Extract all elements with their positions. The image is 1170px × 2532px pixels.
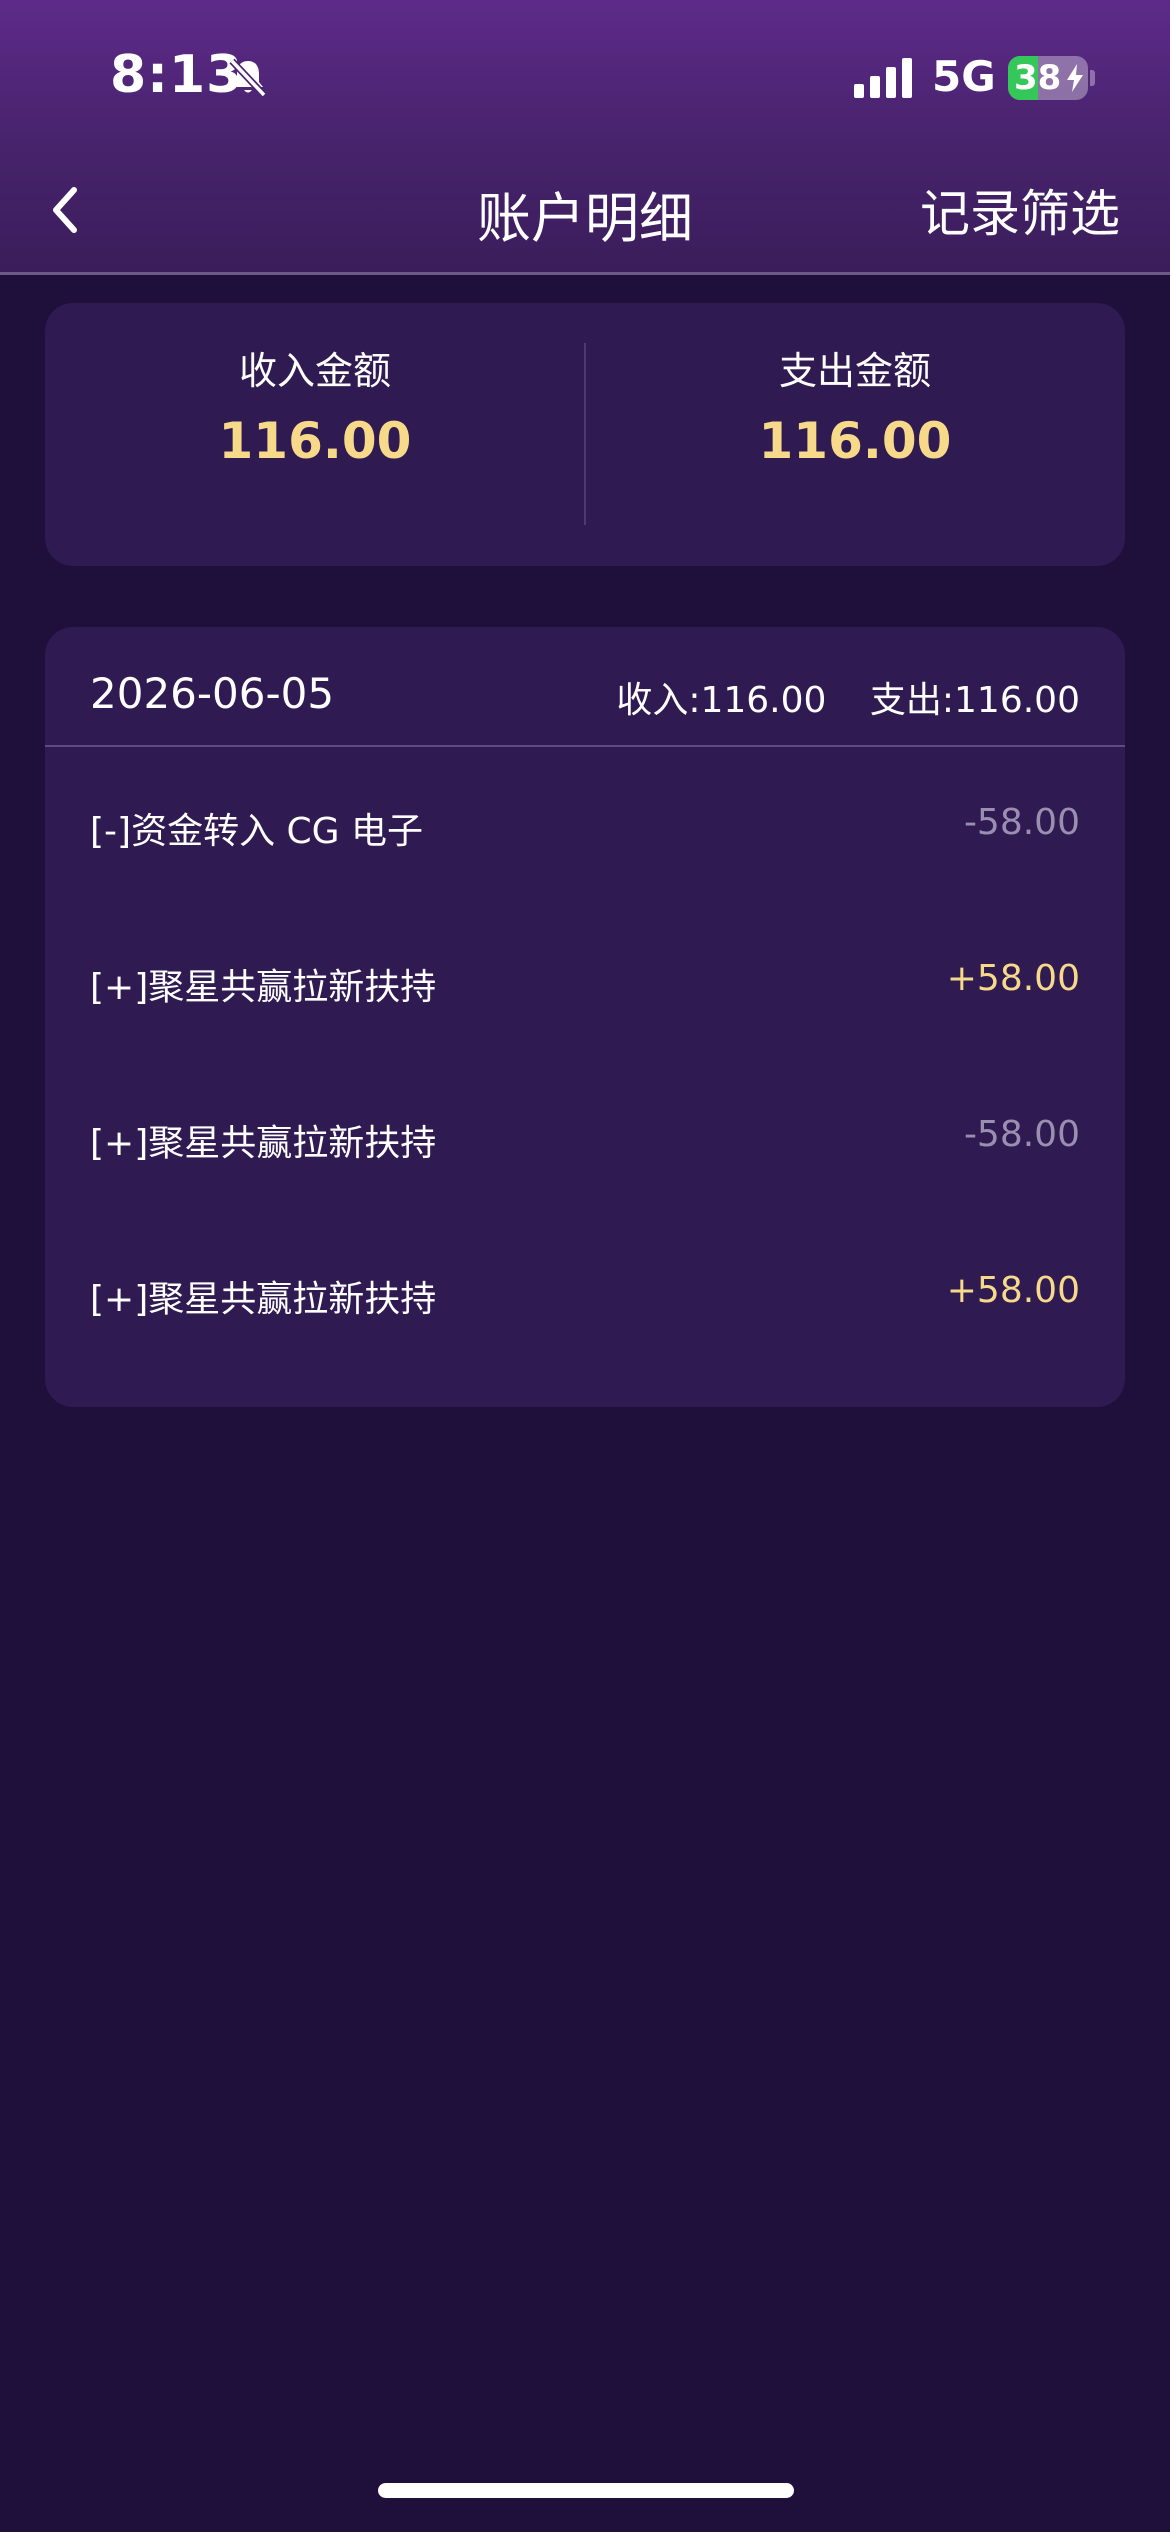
transaction-amount: -58.00 bbox=[963, 802, 1080, 843]
transaction-row[interactable]: [+]聚星共赢拉新扶持 -58.00 bbox=[45, 1059, 1125, 1215]
record-filter-button[interactable]: 记录筛选 bbox=[920, 174, 1120, 246]
expense-summary: 支出金额 116.00 bbox=[585, 341, 1125, 481]
status-time: 8:13 bbox=[110, 45, 244, 105]
transaction-amount: -58.00 bbox=[963, 1114, 1080, 1155]
day-totals: 收入:116.00 支出:116.00 bbox=[616, 671, 1080, 723]
income-summary: 收入金额 116.00 bbox=[45, 341, 585, 481]
day-income-total: 收入:116.00 bbox=[616, 680, 827, 721]
charging-bolt-icon bbox=[1067, 64, 1083, 92]
transaction-label: [+]聚星共赢拉新扶持 bbox=[90, 967, 437, 1008]
status-bar: 8:13 5G 38 bbox=[0, 0, 1170, 150]
cellular-signal-icon bbox=[854, 58, 912, 98]
day-expense-total: 支出:116.00 bbox=[869, 680, 1080, 721]
battery-percentage: 38 bbox=[1014, 58, 1062, 98]
transaction-amount: +58.00 bbox=[946, 958, 1080, 999]
bell-slash-icon bbox=[229, 58, 267, 98]
transaction-label: [+]聚星共赢拉新扶持 bbox=[90, 1123, 437, 1164]
transaction-label: [+]聚星共赢拉新扶持 bbox=[90, 1279, 437, 1320]
nav-bar: 账户明细 记录筛选 bbox=[0, 150, 1170, 270]
transaction-row[interactable]: [+]聚星共赢拉新扶持 +58.00 bbox=[45, 1215, 1125, 1371]
transaction-row[interactable]: [+]聚星共赢拉新扶持 +58.00 bbox=[45, 903, 1125, 1059]
date-header: 2026-06-05 收入:116.00 支出:116.00 bbox=[45, 627, 1125, 747]
transaction-amount: +58.00 bbox=[946, 1270, 1080, 1311]
summary-card: 收入金额 116.00 支出金额 116.00 bbox=[45, 303, 1125, 566]
transaction-card: 2026-06-05 收入:116.00 支出:116.00 [-]资金转入 C… bbox=[45, 627, 1125, 1407]
expense-label: 支出金额 bbox=[778, 349, 931, 393]
income-value: 116.00 bbox=[218, 412, 412, 470]
transaction-row[interactable]: [-]资金转入 CG 电子 -58.00 bbox=[45, 747, 1125, 903]
income-label: 收入金额 bbox=[238, 349, 391, 393]
home-indicator bbox=[378, 2483, 794, 2498]
battery-charging-icon: 38 bbox=[1008, 56, 1088, 100]
battery-cap bbox=[1090, 70, 1095, 86]
transaction-date: 2026-06-05 bbox=[90, 669, 335, 718]
network-type: 5G bbox=[932, 52, 996, 101]
expense-value: 116.00 bbox=[758, 412, 952, 470]
header: 8:13 5G 38 账户明细 记录筛选 bbox=[0, 0, 1170, 275]
transaction-label: [-]资金转入 CG 电子 bbox=[90, 811, 424, 852]
